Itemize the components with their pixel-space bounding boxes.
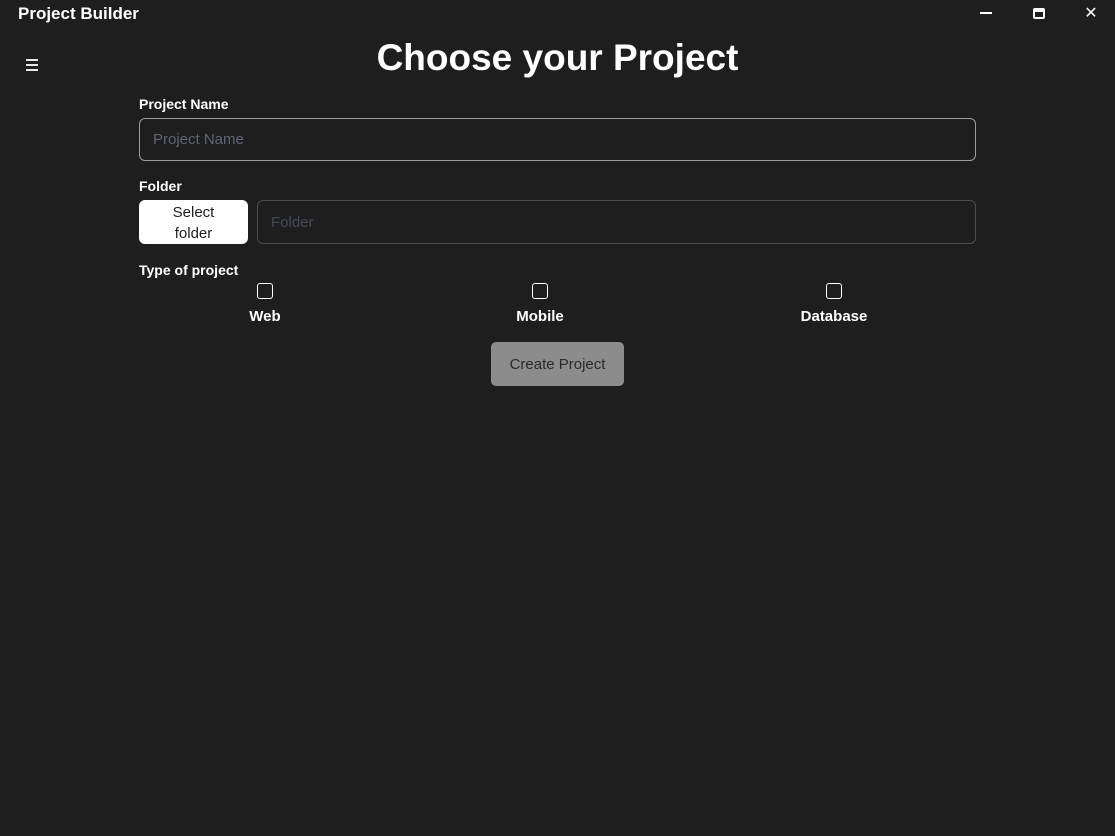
minimize-icon — [980, 12, 992, 14]
database-checkbox[interactable] — [826, 283, 842, 299]
project-type-label: Type of project — [139, 262, 239, 278]
folder-input[interactable] — [257, 200, 976, 244]
mobile-checkbox[interactable] — [532, 283, 548, 299]
database-checkbox-label: Database — [800, 308, 868, 325]
select-folder-button[interactable]: Select folder — [139, 200, 248, 244]
minimize-button[interactable] — [966, 0, 1006, 26]
maximize-icon — [1033, 7, 1045, 19]
folder-label: Folder — [139, 178, 182, 194]
project-type-option-database: Database — [784, 283, 884, 325]
project-name-input[interactable] — [139, 118, 976, 161]
close-button[interactable]: ✕ — [1071, 0, 1111, 26]
close-icon: ✕ — [1084, 3, 1098, 22]
project-type-option-mobile: Mobile — [500, 283, 580, 325]
project-type-option-web: Web — [225, 283, 305, 325]
app-window: Project Builder ✕ Choose your Project Pr… — [0, 0, 1115, 836]
maximize-button[interactable] — [1019, 0, 1059, 26]
create-project-button[interactable]: Create Project — [491, 342, 624, 386]
mobile-checkbox-label: Mobile — [516, 308, 564, 325]
app-title: Project Builder — [18, 4, 139, 23]
web-checkbox[interactable] — [257, 283, 273, 299]
title-bar: Project Builder ✕ — [0, 0, 1115, 28]
project-name-label: Project Name — [139, 96, 229, 112]
web-checkbox-label: Web — [249, 308, 281, 325]
page-title: Choose your Project — [376, 37, 739, 78]
